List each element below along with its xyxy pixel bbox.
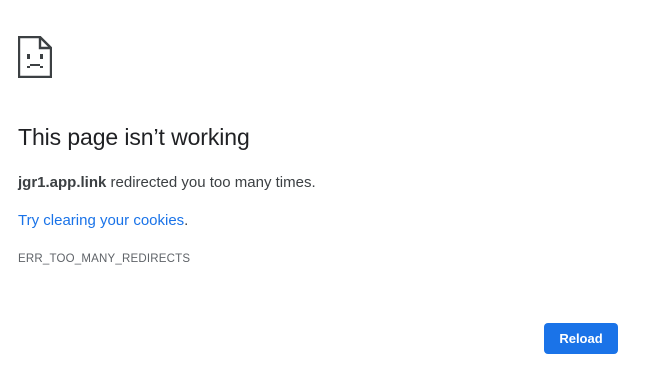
suggestion-suffix: . — [184, 212, 189, 229]
reload-button[interactable]: Reload — [544, 323, 618, 354]
clear-cookies-link[interactable]: Try clearing your cookies — [18, 212, 184, 229]
host-name: jgr1.app.link — [18, 174, 107, 191]
error-page: This page isn’t working jgr1.app.link re… — [0, 0, 649, 369]
page-title: This page isn’t working — [18, 124, 250, 150]
error-code: ERR_TOO_MANY_REDIRECTS — [18, 253, 191, 265]
sad-page-icon — [18, 36, 52, 78]
suggestion: Try clearing your cookies. — [18, 212, 188, 229]
error-message: redirected you too many times. — [106, 174, 316, 191]
error-summary: jgr1.app.link redirected you too many ti… — [18, 174, 316, 191]
